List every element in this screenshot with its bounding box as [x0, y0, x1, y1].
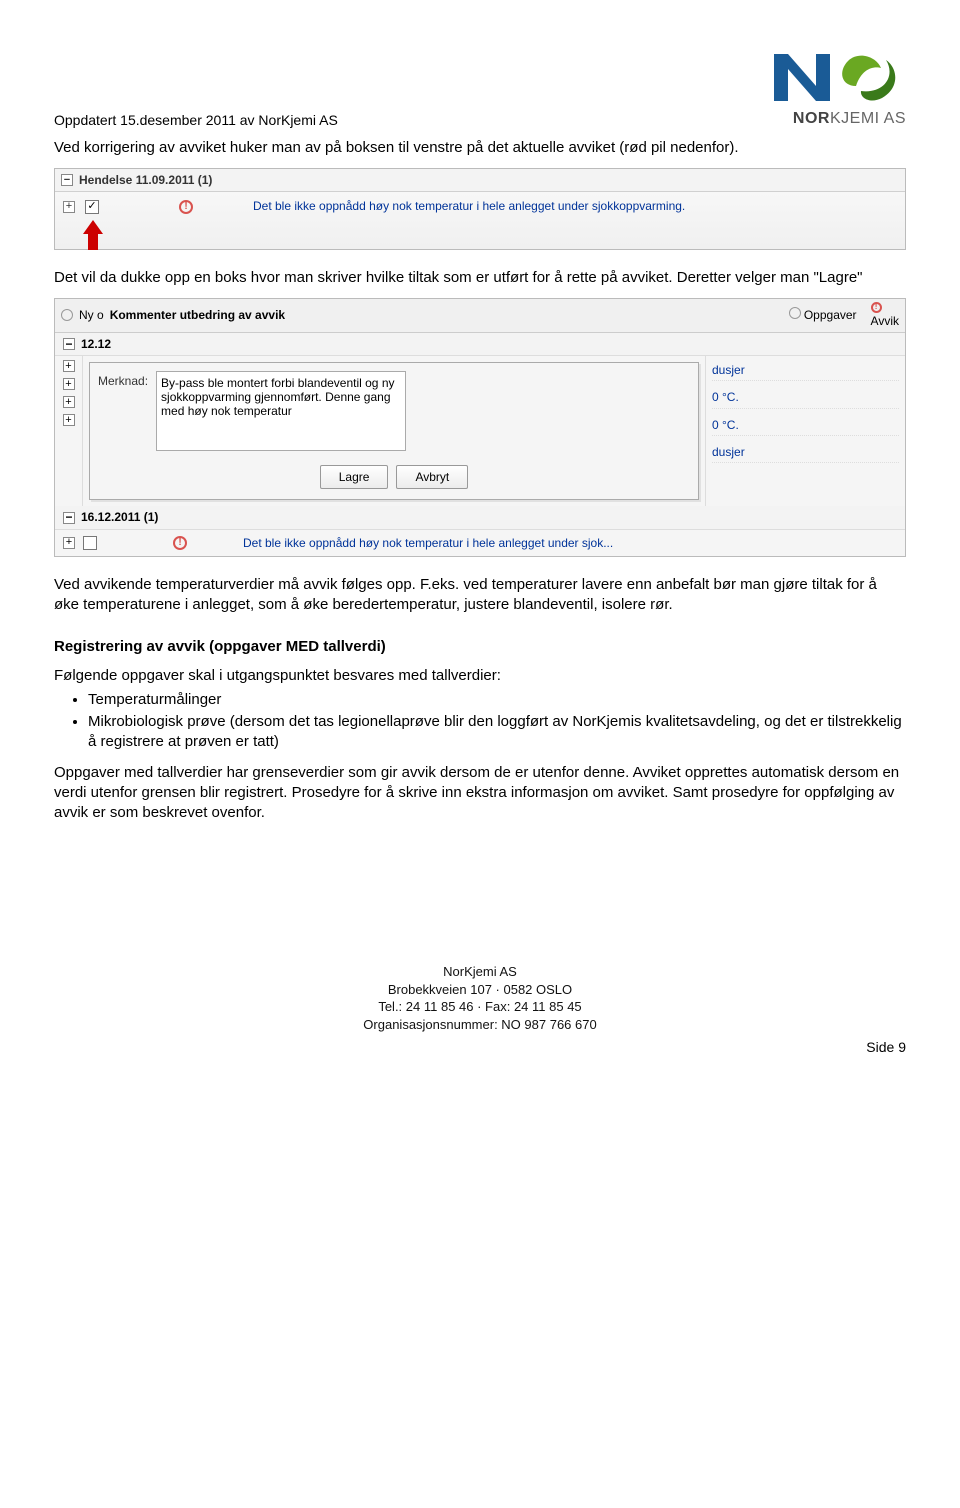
cancel-button[interactable]: Avbryt	[396, 465, 468, 489]
expand-icon[interactable]: +	[63, 201, 75, 213]
toolbar-title: Kommenter utbedring av avvik	[110, 307, 285, 323]
avvik-checkbox[interactable]	[83, 536, 97, 550]
footer-line: NorKjemi AS	[54, 963, 906, 981]
toolbar-oppgaver[interactable]: Oppgaver	[804, 308, 857, 322]
expand-icon[interactable]: +	[63, 378, 75, 390]
date-group-2: 16.12.2011 (1)	[81, 509, 158, 525]
bullet-item: Temperaturmålinger	[88, 690, 906, 710]
toolbar-avvik[interactable]: Avvik	[871, 314, 899, 328]
list-item[interactable]: 0 °C.	[712, 415, 899, 436]
gear-icon	[61, 309, 73, 321]
ui-screenshot-2: Ny o Kommenter utbedring av avvik Oppgav…	[54, 298, 906, 557]
logo-text: NORKJEMI AS	[793, 108, 906, 130]
comment-dialog: Merknad: Lagre Avbryt	[89, 362, 699, 500]
bullet-item: Mikrobiologisk prøve (dersom det tas leg…	[88, 712, 906, 753]
footer-line: Tel.: 24 11 85 46 · Fax: 24 11 85 45	[54, 998, 906, 1016]
footer-line: Brobekkveien 107 · 0582 OSLO	[54, 981, 906, 999]
list-item[interactable]: 0 °C.	[712, 387, 899, 408]
paragraph-4: Følgende oppgaver skal i utgangspunktet …	[54, 666, 906, 686]
footer-line: Organisasjonsnummer: NO 987 766 670	[54, 1016, 906, 1034]
collapse-icon[interactable]: −	[63, 338, 75, 350]
norkjemi-logo-icon	[766, 46, 906, 106]
ui-screenshot-1: − Hendelse 11.09.2011 (1) + ! Det ble ik…	[54, 168, 906, 249]
expand-icon[interactable]: +	[63, 396, 75, 408]
paragraph-3: Ved avvikende temperaturverdier må avvik…	[54, 575, 906, 616]
collapse-icon[interactable]: −	[61, 174, 73, 186]
gear-icon	[789, 307, 801, 319]
paragraph-5: Oppgaver med tallverdier har grenseverdi…	[54, 763, 906, 824]
expand-icon[interactable]: +	[63, 414, 75, 426]
warning-icon: !	[173, 536, 187, 550]
list-item[interactable]: dusjer	[712, 442, 899, 463]
red-arrow-icon	[83, 220, 103, 250]
collapse-icon[interactable]: −	[63, 512, 75, 524]
warning-icon: !	[179, 200, 193, 214]
toolbar-left-text: Ny o	[79, 307, 104, 323]
avvik-message: Det ble ikke oppnådd høy nok temperatur …	[253, 198, 897, 214]
avvik-message-2: Det ble ikke oppnådd høy nok temperatur …	[243, 535, 613, 551]
logo: NORKJEMI AS	[716, 40, 906, 130]
section-title: Registrering av avvik (oppgaver MED tall…	[54, 637, 906, 657]
page-number: Side 9	[54, 1038, 906, 1057]
date-group-1: 12.12	[81, 336, 111, 352]
expand-icon[interactable]: +	[63, 537, 75, 549]
group-title: Hendelse 11.09.2011 (1)	[79, 172, 212, 188]
footer: NorKjemi AS Brobekkveien 107 · 0582 OSLO…	[54, 963, 906, 1033]
paragraph-1: Ved korrigering av avviket huker man av …	[54, 138, 906, 158]
list-item[interactable]: dusjer	[712, 360, 899, 381]
expand-icon[interactable]: +	[63, 360, 75, 372]
avvik-checkbox[interactable]	[85, 200, 99, 214]
updated-date: Oppdatert 15.desember 2011 av NorKjemi A…	[54, 111, 338, 130]
save-button[interactable]: Lagre	[320, 465, 389, 489]
merknad-textarea[interactable]	[156, 371, 406, 451]
merknad-label: Merknad:	[98, 371, 148, 451]
warning-icon: !	[871, 302, 882, 313]
paragraph-2: Det vil da dukke opp en boks hvor man sk…	[54, 268, 906, 288]
